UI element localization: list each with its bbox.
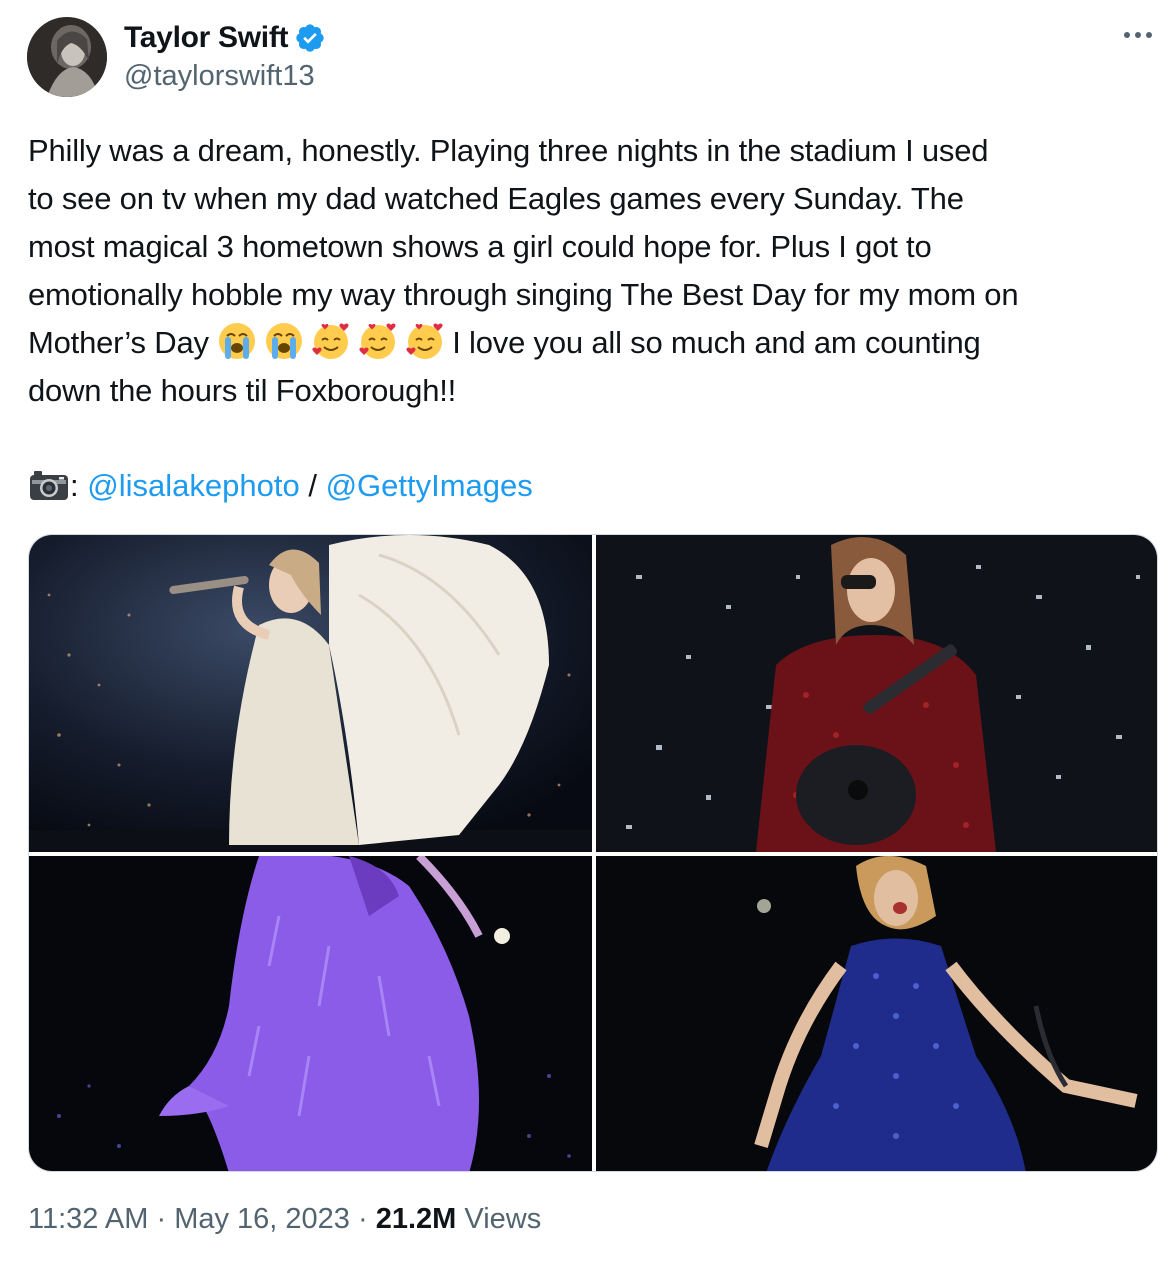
author-info: Taylor Swift @taylorswift13 xyxy=(124,20,326,93)
tweet-text: Philly was a dream, honestly. Playing th… xyxy=(28,127,1158,415)
photo-3[interactable] xyxy=(29,856,592,1171)
singer-red-sequins-guitar-photo xyxy=(596,535,1157,852)
mention-link-lisalakephoto[interactable]: @lisalakephoto xyxy=(87,468,299,503)
photo-4[interactable] xyxy=(596,856,1157,1171)
tweet-time[interactable]: 11:32 AM xyxy=(28,1203,148,1235)
author-display-name[interactable]: Taylor Swift xyxy=(124,21,289,55)
tweet-line: most magical 3 hometown shows a girl cou… xyxy=(28,229,932,264)
tweet-line: to see on tv when my dad watched Eagles … xyxy=(28,181,964,216)
separator-dot: · xyxy=(156,1203,167,1235)
verified-badge-icon[interactable] xyxy=(294,22,326,54)
tweet-line-segment: I love you all so much and am counting xyxy=(452,325,981,360)
credit-separator: / xyxy=(308,468,317,503)
photo-2[interactable] xyxy=(596,535,1157,852)
name-row: Taylor Swift xyxy=(124,20,326,56)
singer-purple-fur-coat-photo xyxy=(29,856,592,1171)
author-avatar[interactable] xyxy=(27,17,107,97)
mention-link-gettyimages[interactable]: @GettyImages xyxy=(326,468,533,503)
more-options-button[interactable] xyxy=(1118,20,1158,50)
separator-dot: · xyxy=(357,1203,368,1235)
singer-blue-sequin-dress-photo xyxy=(596,856,1157,1171)
loudly-crying-face-icon xyxy=(217,321,257,361)
views-count: 21.2M xyxy=(375,1203,457,1235)
views-label: Views xyxy=(464,1203,542,1235)
tweet-line-segment: Mother’s Day xyxy=(28,325,209,360)
author-handle[interactable]: @taylorswift13 xyxy=(124,60,326,93)
smiling-face-with-hearts-icon xyxy=(358,321,398,361)
avatar-image xyxy=(27,17,107,97)
photo-credit: : @lisalakephoto / @GettyImages xyxy=(28,462,533,510)
smiling-face-with-hearts-icon xyxy=(405,321,445,361)
tweet-line: Mother’s Day I love you all so much and … xyxy=(28,319,1158,367)
camera-icon xyxy=(28,468,70,502)
tweet-line: emotionally hobble my way through singin… xyxy=(28,277,1019,312)
tweet-metadata: 11:32 AM · May 16, 2023 · 21.2M Views xyxy=(28,1203,541,1236)
media-grid xyxy=(28,534,1158,1172)
tweet-line: Philly was a dream, honestly. Playing th… xyxy=(28,133,989,168)
more-horizontal-icon xyxy=(1124,32,1152,38)
loudly-crying-face-icon xyxy=(264,321,304,361)
tweet-card: Taylor Swift @taylorswift13 Philly was a… xyxy=(0,0,1176,1266)
smiling-face-with-hearts-icon xyxy=(311,321,351,361)
singer-in-white-gown-photo xyxy=(29,535,592,852)
credit-prefix: : xyxy=(70,468,79,503)
tweet-date[interactable]: May 16, 2023 xyxy=(174,1203,350,1235)
tweet-line: down the hours til Foxborough!! xyxy=(28,373,457,408)
photo-1[interactable] xyxy=(29,535,592,852)
